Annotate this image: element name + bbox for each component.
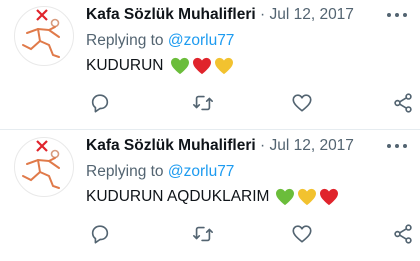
header-separator: ·	[259, 6, 266, 23]
tweet-text: KUDURUN AQDUKLARIM	[86, 188, 339, 206]
share-button[interactable]	[391, 91, 415, 115]
like-button[interactable]	[290, 91, 314, 115]
heart-emojis	[170, 57, 234, 75]
heart-emojis	[275, 188, 339, 206]
red-heart-icon	[320, 188, 339, 206]
running-figure-logo-icon	[22, 140, 60, 189]
retweet-button[interactable]	[191, 91, 215, 115]
retweet-button[interactable]	[191, 222, 215, 246]
more-options-button[interactable]	[386, 133, 408, 154]
reply-bubble-icon	[91, 94, 109, 113]
replying-handle[interactable]: @zorlu77	[168, 163, 235, 180]
tweet-actions	[86, 91, 416, 115]
share-icon	[394, 93, 412, 113]
tweet[interactable]: Kafa Sözlük Muhalifleri · Jul 12, 2017 R…	[0, 0, 420, 130]
replying-handle[interactable]: @zorlu77	[168, 32, 235, 49]
like-button[interactable]	[290, 222, 314, 246]
share-button[interactable]	[391, 222, 415, 246]
tweet-text: KUDURUN	[86, 57, 234, 75]
running-figure-logo-icon	[22, 9, 60, 58]
tweet-date[interactable]: Jul 12, 2017	[269, 6, 353, 23]
replying-to: Replying to @zorlu77	[86, 163, 234, 181]
tweet-header: Kafa Sözlük Muhalifleri · Jul 12, 2017	[86, 135, 354, 157]
tweet-body: KUDURUN AQDUKLARIM	[86, 188, 270, 205]
tweet-header: Kafa Sözlük Muhalifleri · Jul 12, 2017	[86, 4, 354, 26]
heart-outline-icon	[292, 225, 312, 243]
author-name[interactable]: Kafa Sözlük Muhalifleri	[86, 137, 256, 154]
reply-button[interactable]	[88, 91, 112, 115]
red-heart-icon	[192, 57, 211, 75]
replying-to: Replying to @zorlu77	[86, 32, 234, 50]
yellow-heart-icon	[214, 57, 233, 75]
header-separator: ·	[259, 137, 266, 154]
tweet-actions	[86, 222, 416, 246]
avatar[interactable]	[14, 6, 74, 66]
reply-button[interactable]	[88, 222, 112, 246]
more-horizontal-icon	[387, 13, 407, 17]
tweet[interactable]: Kafa Sözlük Muhalifleri · Jul 12, 2017 R…	[0, 131, 420, 261]
share-icon	[394, 224, 412, 244]
retweet-icon	[193, 226, 213, 242]
more-options-button[interactable]	[386, 2, 408, 23]
avatar[interactable]	[14, 137, 74, 197]
tweet-body: KUDURUN	[86, 57, 164, 74]
retweet-icon	[193, 95, 213, 111]
yellow-heart-icon	[298, 188, 317, 206]
replying-prefix: Replying to	[86, 163, 164, 180]
green-heart-icon	[170, 57, 189, 75]
tweet-date[interactable]: Jul 12, 2017	[269, 137, 353, 154]
tweet-divider	[0, 129, 420, 130]
green-heart-icon	[276, 188, 295, 206]
reply-bubble-icon	[91, 225, 109, 244]
replying-prefix: Replying to	[86, 32, 164, 49]
heart-outline-icon	[292, 94, 312, 112]
author-name[interactable]: Kafa Sözlük Muhalifleri	[86, 6, 256, 23]
more-horizontal-icon	[387, 144, 407, 148]
